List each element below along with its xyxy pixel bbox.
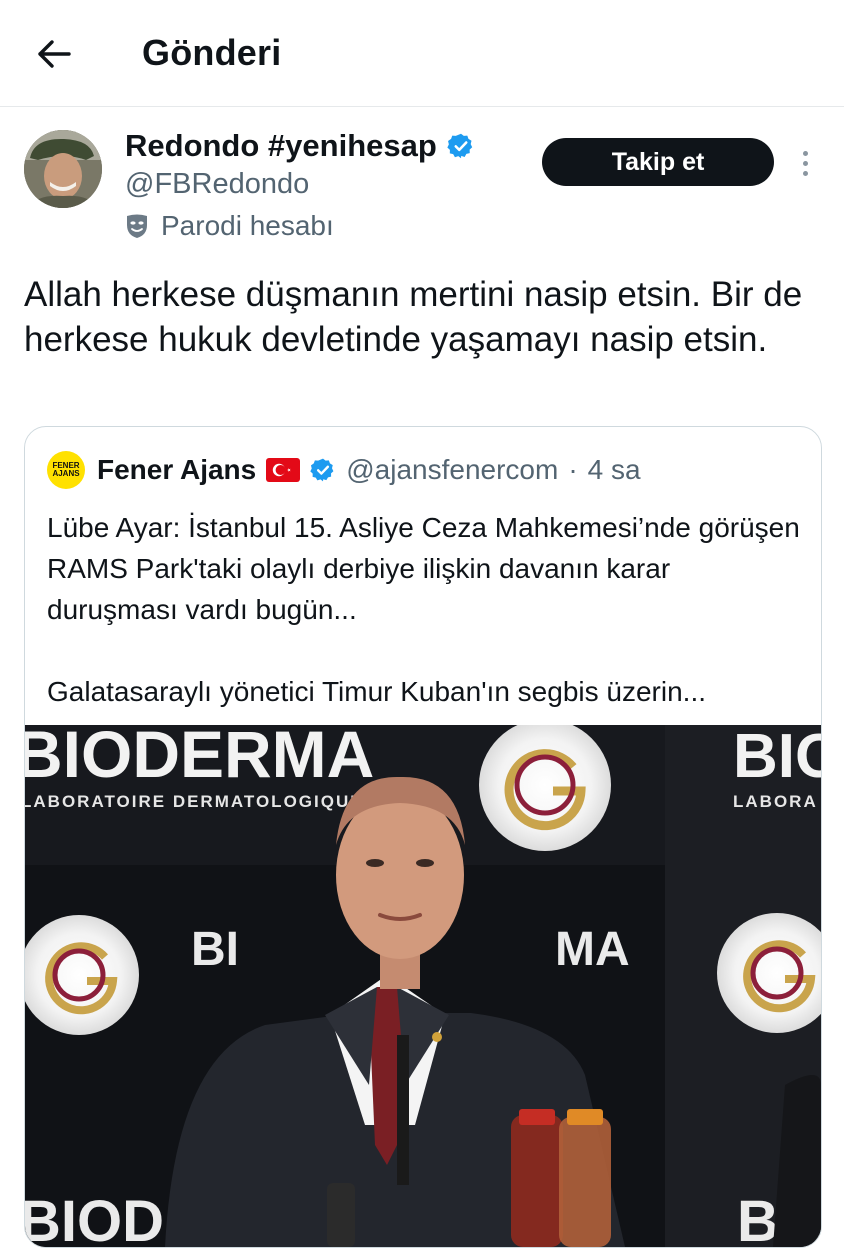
quoted-paragraph-1: Lübe Ayar: İstanbul 15. Asliye Ceza Mahk…	[47, 512, 800, 625]
quoted-tweet-text: Lübe Ayar: İstanbul 15. Asliye Ceza Mahk…	[47, 507, 807, 712]
banner-text-mid2: MA	[555, 923, 630, 976]
top-bar: Gönderi	[0, 0, 844, 107]
follow-button[interactable]: Takip et	[542, 138, 774, 186]
quoted-handle[interactable]: @ajansfenercom	[346, 454, 558, 486]
banner-text-mid: BI	[191, 923, 239, 976]
more-dot	[802, 160, 808, 166]
author-handle[interactable]: @FBRedondo	[125, 168, 309, 201]
more-dot	[802, 170, 808, 176]
back-button[interactable]	[30, 30, 78, 78]
more-vertical-icon	[802, 150, 808, 156]
parody-label: Parodi hesabı	[125, 210, 334, 242]
banner-text-bottom: BIOD	[25, 1189, 164, 1247]
quoted-tweet-header: FENER AJANS Fener Ajans @ajansfenercom ·…	[47, 451, 641, 489]
parody-text: Parodi hesabı	[161, 210, 334, 241]
more-options-button[interactable]	[790, 145, 820, 181]
quoted-tweet[interactable]: FENER AJANS Fener Ajans @ajansfenercom ·…	[24, 426, 822, 1248]
mask-icon	[127, 214, 147, 238]
turkey-flag-icon	[266, 458, 301, 482]
banner-text-left: BIODERMA	[25, 725, 374, 791]
author-display-name[interactable]: Redondo #yenihesap	[125, 128, 437, 164]
banner-sub-right: LABORA	[733, 792, 818, 811]
quoted-display-name[interactable]: Fener Ajans	[97, 454, 256, 486]
quoted-paragraph-2: Galatasaraylı yönetici Timur Kuban'ın se…	[47, 676, 706, 707]
avatar-image	[24, 130, 102, 208]
verified-badge-icon	[310, 458, 334, 482]
tweet-text: Allah herkese düşmanın mertini nasip ets…	[24, 275, 803, 359]
author-name-row: Redondo #yenihesap	[125, 128, 475, 164]
banner-sub-left: LABORATOIRE DERMATOLOGIQUE	[25, 792, 364, 811]
quoted-avatar[interactable]: FENER AJANS	[47, 451, 85, 489]
quoted-logo-text-bottom: AJANS	[52, 469, 80, 478]
press-conference-photo: BIODERMA LABORATOIRE DERMATOLOGIQUE BIO …	[25, 725, 821, 1247]
avatar[interactable]	[24, 130, 102, 208]
banner-text-right: BIO	[733, 725, 821, 791]
quoted-separator: ·	[568, 454, 578, 485]
verified-badge-icon	[447, 133, 472, 159]
page-title: Gönderi	[142, 32, 282, 73]
quoted-time[interactable]: 4 sa	[588, 454, 641, 486]
quoted-media-image[interactable]: BIODERMA LABORATOIRE DERMATOLOGIQUE BIO …	[25, 725, 821, 1247]
arrow-left-icon	[38, 40, 71, 68]
